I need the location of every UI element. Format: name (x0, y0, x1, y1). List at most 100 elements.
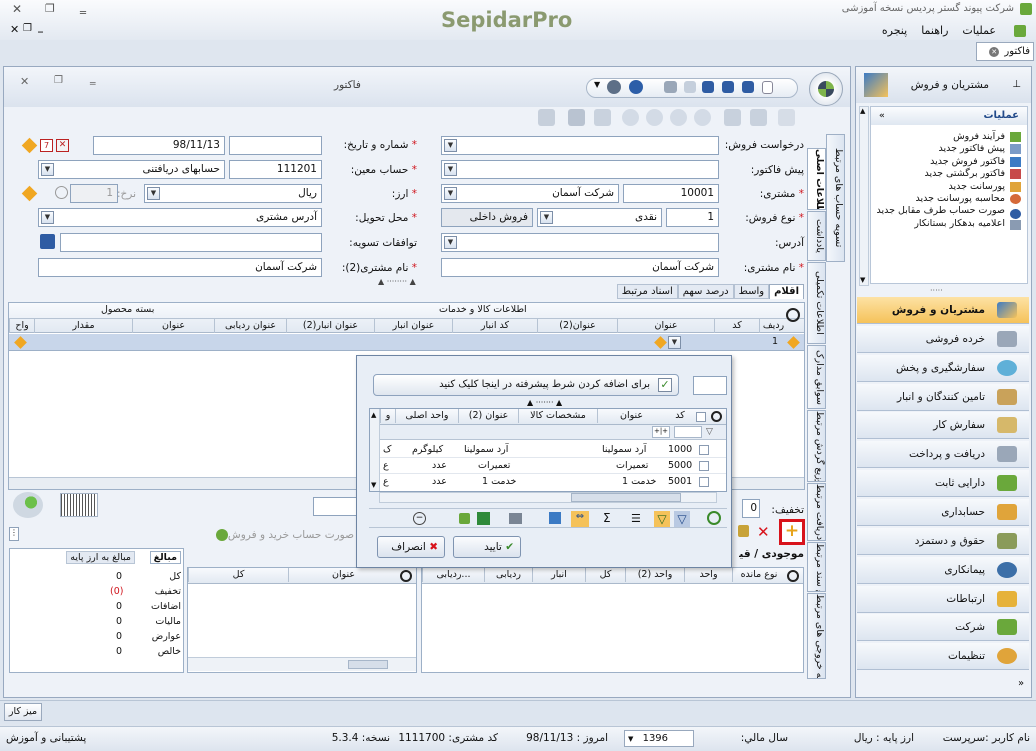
lookup-search-icon[interactable] (711, 411, 722, 422)
stock-col-unit2[interactable]: واحد (2) (625, 568, 684, 582)
customer-name-field[interactable]: شرکت آسمان (441, 184, 619, 203)
desk-button[interactable]: میز کار (4, 703, 42, 721)
lookup-cancel-button[interactable]: ✖ انصراف (377, 536, 445, 558)
nav-accounting[interactable]: حسابداری (857, 499, 1029, 526)
settlement-save-icon[interactable] (40, 234, 55, 249)
nav-order-distribution[interactable]: سفارشگیری و پخش (857, 355, 1029, 382)
stock-col-tracking[interactable]: ردیابی (484, 568, 532, 582)
date-picker-icon[interactable]: 7 (40, 139, 53, 152)
address-dropdown-icon[interactable]: ▼ (444, 236, 457, 249)
nav-suppliers-warehouse[interactable]: تامین کنندگان و انبار (857, 384, 1029, 411)
stock-search-icon[interactable] (787, 570, 799, 582)
col-title2[interactable]: عنوان(2) (537, 319, 617, 333)
lookup-fit-icon[interactable]: ⇔ (571, 511, 589, 527)
col-warehouse-title2[interactable]: عنوان انبار(2) (286, 319, 374, 333)
lookup-refresh-icon[interactable] (707, 511, 721, 525)
prev-record-icon[interactable] (646, 109, 663, 126)
copy-icon[interactable] (684, 81, 696, 93)
lookup-filter-icon[interactable]: ▽ (654, 511, 670, 527)
items-row[interactable]: 1 ▼ (9, 334, 804, 351)
col-warehouse-code[interactable]: کد انبار (452, 319, 537, 333)
lookup-columns-icon[interactable] (549, 512, 561, 524)
nav-contracting[interactable]: پیمانکاری (857, 557, 1029, 584)
add-item-icon[interactable] (13, 492, 43, 518)
nav-communications[interactable]: ارتباطات (857, 586, 1029, 613)
save-close-icon[interactable] (722, 81, 734, 93)
bottom-action-lock-icon[interactable] (738, 525, 749, 537)
nav-customers-sales[interactable]: مشتریان و فروش (857, 297, 1029, 324)
tab-intermediary[interactable]: واسط (733, 284, 770, 299)
op-new-sales-invoice[interactable]: فاکتور فروش جدید (871, 156, 1021, 168)
scroll-down-icon[interactable]: ▼ (371, 481, 376, 489)
menu-item-help[interactable]: راهنما (921, 24, 948, 37)
address-field[interactable] (441, 233, 719, 252)
lookup-filter-row[interactable]: ▽ +|+ (380, 425, 726, 440)
customer-name-value-field[interactable]: شرکت آسمان (441, 258, 719, 277)
nav-work-order[interactable]: سفارش کار (857, 412, 1029, 439)
bottom-panel-tab[interactable]: موجودی / قیمت (739, 548, 804, 560)
tab-related-docs[interactable]: اسناد مرتبط (616, 284, 678, 299)
vtab-outgoing-remittances[interactable]: حواله خروجی های مرتبط (807, 593, 826, 679)
delivery-field[interactable]: آدرس مشتری (38, 208, 322, 227)
notes-field[interactable] (313, 497, 358, 516)
currency-field[interactable]: ریال (144, 184, 322, 203)
left-pane-toggle-icon[interactable]: ⋮ (9, 527, 19, 541)
collapse-grip[interactable]: ▲ ········ ▲ (378, 277, 416, 286)
lookup-col-specs[interactable]: مشخصات کالا (518, 409, 597, 423)
nav-retail[interactable]: خرده فروشی (857, 326, 1029, 353)
sale-type-dropdown-icon[interactable]: ▼ (540, 211, 553, 224)
vtab-notes[interactable]: یادداشت (807, 211, 826, 261)
sales-request-dropdown-icon[interactable]: ▼ (444, 139, 457, 152)
customer-dropdown-icon[interactable]: ▼ (444, 187, 457, 200)
sale-type-code-field[interactable]: 1 (666, 208, 719, 227)
lookup-sum-icon[interactable]: Σ (603, 511, 611, 525)
lookup-excel-icon[interactable] (477, 512, 490, 525)
summary-tab-base-currency[interactable]: مبالغ به ارز پایه (66, 551, 135, 564)
discount-field[interactable]: 0 (742, 499, 760, 518)
lookup-grid[interactable]: کد عنوان مشخصات کالا عنوان (2) واحد اصلی… (369, 408, 727, 492)
lookup-print-icon[interactable] (509, 513, 522, 524)
op-calc-commission[interactable]: محاسبه پورسانت جدید (871, 193, 1021, 205)
vtab-main-info[interactable]: اطلاعات اصلی (807, 148, 826, 210)
col-unit[interactable]: واح (9, 319, 34, 333)
stock-col-tracking2[interactable]: ردیابی... (422, 568, 484, 582)
currency-dropdown-icon[interactable]: ▼ (147, 187, 160, 200)
lookup-vscrollbar[interactable] (370, 409, 380, 491)
rate-refresh-icon[interactable] (55, 186, 68, 199)
print-icon[interactable] (664, 81, 677, 93)
filter-funnel-icon[interactable]: ▽ (706, 427, 713, 437)
ops-scroll-down-icon[interactable]: ▼ (860, 276, 865, 284)
detail-scroll-thumb[interactable] (348, 660, 388, 669)
date-clear-icon[interactable]: ✕ (56, 139, 69, 152)
vtab-extra-info[interactable]: اطلاعات تکمیلی (807, 262, 826, 344)
menu-item-operations[interactable]: عملیات (962, 24, 996, 37)
window-minimize-icon[interactable]: ‗ (90, 72, 96, 85)
tab-items[interactable]: اقلام (769, 284, 804, 299)
toolbar-new-icon[interactable] (778, 109, 795, 126)
summary-tab-amounts[interactable]: مبالغ (149, 551, 181, 564)
col-warehouse-title[interactable]: عنوان انبار (374, 319, 452, 333)
op-new-counterparty-statement[interactable]: صورت حساب طرف مقابل جدید (871, 205, 1021, 220)
summary-detail-grid[interactable]: عنوان کل (187, 567, 417, 673)
lookup-minus-icon[interactable]: − (413, 512, 426, 525)
lookup-chart-icon[interactable] (459, 513, 470, 524)
detail-col-title[interactable]: عنوان (288, 568, 398, 582)
lookup-row-5001[interactable]: 5001 خدمت 1 خدمت 1 عدد ع (380, 474, 726, 490)
col-quantity[interactable]: مقدار (34, 319, 132, 333)
invoice-number-field[interactable] (229, 136, 322, 155)
grid-search-icon[interactable] (786, 308, 800, 322)
sidebar-expand-icon[interactable]: » (1018, 678, 1024, 689)
detail-search-icon[interactable] (400, 570, 412, 582)
stock-col-balance-type[interactable]: نوع مانده (732, 568, 785, 582)
lookup-col-code[interactable]: کد (665, 409, 695, 423)
col-row[interactable]: ردیف (759, 319, 787, 333)
fiscal-year-select[interactable]: ▼ 1396 (624, 730, 694, 747)
mdi-restore-icon[interactable]: ❐ (23, 23, 32, 34)
toolbar-calc-icon[interactable] (568, 109, 585, 126)
window-restore-icon[interactable]: ❐ (54, 75, 63, 86)
sales-request-field[interactable] (441, 136, 719, 155)
nav-fixed-assets[interactable]: دارایی ثابت (857, 470, 1029, 497)
lookup-col-title[interactable]: عنوان (597, 409, 665, 423)
lookup-row-checkbox[interactable] (699, 461, 709, 471)
lookup-col-title2[interactable]: عنوان (2) (458, 409, 518, 423)
